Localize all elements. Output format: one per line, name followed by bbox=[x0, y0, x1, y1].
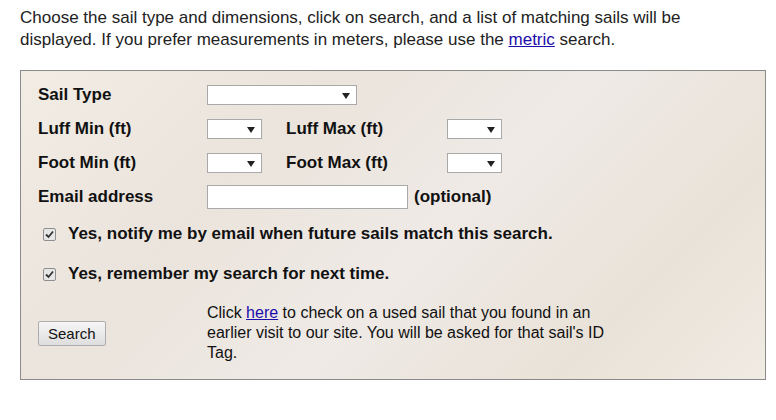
foot-min-select[interactable] bbox=[207, 153, 262, 173]
email-label: Email address bbox=[38, 187, 207, 207]
luff-row: Luff Min (ft) Luff Max (ft) bbox=[38, 117, 749, 141]
search-form: Sail Type Luff Min (ft) Luff Max (ft) Foot … bbox=[20, 70, 766, 380]
check-icon bbox=[44, 229, 55, 240]
luff-max-label: Luff Max (ft) bbox=[286, 119, 447, 139]
option-row: Yes, notify me by email when future sail… bbox=[38, 219, 749, 249]
dropdown-arrow-icon bbox=[247, 161, 255, 167]
dropdown-arrow-icon bbox=[487, 127, 495, 133]
foot-min-label: Foot Min (ft) bbox=[38, 153, 207, 173]
recheck-text: Click here to check on a used sail that … bbox=[207, 303, 617, 363]
sail-type-label: Sail Type bbox=[38, 85, 207, 105]
recheck-text-start: Click bbox=[207, 304, 246, 321]
option-row: Yes, remember my search for next time. bbox=[38, 259, 749, 289]
sail-type-select[interactable] bbox=[207, 85, 357, 105]
foot-max-select[interactable] bbox=[447, 153, 502, 173]
button-column: Search bbox=[38, 321, 207, 346]
foot-max-label: Foot Max (ft) bbox=[286, 153, 447, 173]
optional-note: (optional) bbox=[414, 187, 491, 207]
search-button[interactable]: Search bbox=[38, 321, 106, 346]
intro-text-end: search. bbox=[555, 30, 615, 49]
dropdown-arrow-icon bbox=[342, 93, 350, 99]
here-link[interactable]: here bbox=[246, 304, 278, 321]
option-label: Yes, notify me by email when future sail… bbox=[68, 224, 553, 244]
bottom-row: Search Click here to check on a used sail… bbox=[38, 303, 749, 363]
foot-row: Foot Min (ft) Foot Max (ft) bbox=[38, 151, 749, 175]
email-input[interactable] bbox=[207, 185, 408, 209]
metric-link[interactable]: metric bbox=[509, 30, 555, 49]
check-icon bbox=[44, 269, 55, 280]
dropdown-arrow-icon bbox=[247, 127, 255, 133]
option-label: Yes, remember my search for next time. bbox=[68, 264, 389, 284]
luff-max-select[interactable] bbox=[447, 119, 502, 139]
luff-min-label: Luff Min (ft) bbox=[38, 119, 207, 139]
luff-min-select[interactable] bbox=[207, 119, 262, 139]
sail-type-row: Sail Type bbox=[38, 83, 749, 107]
option-checkbox[interactable] bbox=[43, 268, 56, 281]
dropdown-arrow-icon bbox=[487, 161, 495, 167]
email-row: Email address (optional) bbox=[38, 185, 749, 209]
intro-text: Choose the sail type and dimensions, cli… bbox=[0, 0, 776, 51]
option-checkbox[interactable] bbox=[43, 228, 56, 241]
